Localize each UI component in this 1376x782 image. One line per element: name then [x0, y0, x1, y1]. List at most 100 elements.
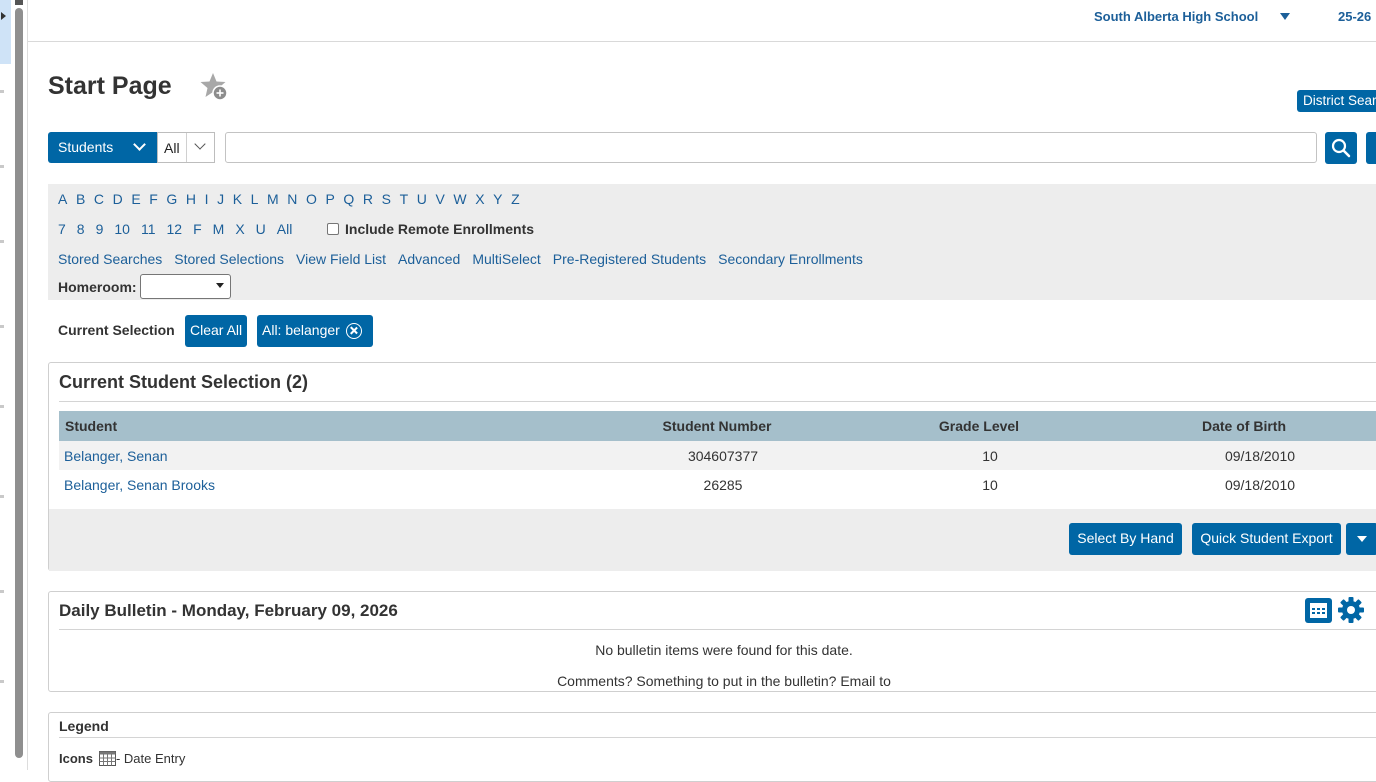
legend-icons-label: Icons: [59, 751, 93, 766]
search-scope-label: Students: [58, 139, 114, 155]
calendar-icon[interactable]: [1305, 598, 1332, 623]
include-remote-checkbox[interactable]: Include Remote Enrollments: [327, 221, 534, 237]
grade-filter-link[interactable]: 12: [167, 221, 183, 237]
grade-filter-link[interactable]: 9: [96, 221, 104, 237]
rail-tick: [0, 325, 4, 328]
school-selector[interactable]: South Alberta High School: [1094, 9, 1258, 24]
term-selector[interactable]: 25-26: [1338, 9, 1371, 24]
gear-icon[interactable]: [1337, 596, 1365, 624]
alphabet-filter-link[interactable]: R: [363, 191, 373, 207]
column-header-student[interactable]: Student: [65, 418, 117, 434]
alphabet-filter-link[interactable]: B: [76, 191, 85, 207]
search-input[interactable]: [225, 132, 1317, 163]
add-favorite-star-icon[interactable]: [199, 72, 229, 102]
search-tool-link[interactable]: Stored Searches: [58, 251, 162, 267]
rail-tick: [0, 240, 4, 243]
daily-bulletin-panel: Daily Bulletin - Monday, February 09, 20…: [48, 591, 1376, 692]
search-filter-dropdown[interactable]: All: [157, 132, 215, 163]
alphabet-filter-link[interactable]: V: [435, 191, 444, 207]
divider: [59, 401, 1376, 402]
alphabet-filter-link[interactable]: I: [205, 191, 209, 207]
top-header: South Alberta High School 25-26: [28, 0, 1376, 42]
alphabet-filter-link[interactable]: M: [267, 191, 279, 207]
legend-title: Legend: [59, 718, 109, 734]
homeroom-select[interactable]: [140, 274, 231, 299]
advanced-search-button[interactable]: [1366, 132, 1376, 164]
legend-icons: Icons - Date Entry: [59, 751, 185, 769]
grade-filter-link[interactable]: F: [193, 221, 202, 237]
grade-filter-link[interactable]: X: [235, 221, 244, 237]
grade-filter-link[interactable]: 10: [114, 221, 130, 237]
search-tool-link[interactable]: Pre-Registered Students: [553, 251, 706, 267]
alphabet-filter-link[interactable]: X: [475, 191, 484, 207]
rail-tick: [0, 590, 4, 593]
grade-filter-link[interactable]: 7: [58, 221, 66, 237]
alphabet-filter-link[interactable]: E: [131, 191, 140, 207]
district-search-button[interactable]: District Search: [1297, 90, 1376, 112]
student-name-link[interactable]: Belanger, Senan Brooks: [64, 477, 215, 493]
grade-filter-link[interactable]: U: [256, 221, 266, 237]
more-actions-button[interactable]: [1346, 523, 1376, 555]
no-bulletin-message: No bulletin items were found for this da…: [595, 642, 853, 658]
alphabet-filter-link[interactable]: N: [287, 191, 297, 207]
search-tool-link[interactable]: View Field List: [296, 251, 386, 267]
alphabet-filter-link[interactable]: C: [94, 191, 104, 207]
selection-chip[interactable]: All: belanger: [257, 315, 373, 347]
search-tool-link[interactable]: Stored Selections: [174, 251, 284, 267]
caret-down-icon: [1357, 536, 1367, 542]
grade-filter-link[interactable]: 11: [141, 221, 156, 237]
checkbox[interactable]: [327, 223, 339, 235]
expand-arrow-icon[interactable]: [1, 12, 6, 20]
alphabet-filter-link[interactable]: K: [233, 191, 242, 207]
grade-filter-link[interactable]: All: [277, 221, 293, 237]
caret-down-icon[interactable]: [1280, 13, 1290, 20]
alphabet-filter-link[interactable]: J: [217, 191, 224, 207]
grade-filter-link[interactable]: M: [213, 221, 225, 237]
alphabet-filter-link[interactable]: H: [186, 191, 196, 207]
alphabet-filter-link[interactable]: O: [306, 191, 317, 207]
alphabet-filter-link[interactable]: D: [113, 191, 123, 207]
search-button[interactable]: [1325, 132, 1357, 164]
alphabet-filter-link[interactable]: T: [400, 191, 409, 207]
alphabet-filter-link[interactable]: W: [453, 191, 466, 207]
include-remote-label: Include Remote Enrollments: [345, 221, 535, 237]
search-tool-link[interactable]: Secondary Enrollments: [718, 251, 863, 267]
date-entry-icon: [98, 751, 116, 769]
rail-tick: [0, 495, 4, 498]
alphabet-filter-link[interactable]: S: [382, 191, 391, 207]
table-row: Belanger, Senan Brooks 26285 10 09/18/20…: [59, 470, 1376, 499]
date-of-birth: 09/18/2010: [1224, 477, 1296, 493]
alphabet-filter-link[interactable]: Z: [511, 191, 520, 207]
alphabet-filter-link[interactable]: G: [166, 191, 177, 207]
student-selection-panel: Current Student Selection (2) Student St…: [48, 362, 1376, 571]
alphabet-filter-link[interactable]: P: [325, 191, 334, 207]
clear-all-button[interactable]: Clear All: [185, 315, 247, 347]
grade-filter: 7 8 9 10 11 12 F M X U All: [58, 221, 303, 237]
scrollbar[interactable]: [15, 8, 23, 758]
column-header-date-of-birth[interactable]: Date of Birth: [1179, 418, 1309, 434]
grade-filter-link[interactable]: 8: [77, 221, 85, 237]
remove-chip-icon[interactable]: [346, 323, 362, 339]
quick-student-export-button[interactable]: Quick Student Export: [1192, 523, 1341, 555]
alphabet-filter-link[interactable]: Y: [493, 191, 502, 207]
rail-tick: [0, 680, 4, 683]
date-entry-label: - Date Entry: [115, 751, 186, 766]
homeroom-label: Homeroom:: [58, 279, 137, 295]
student-name-link[interactable]: Belanger, Senan: [64, 448, 168, 464]
scrollbar-arrow[interactable]: [15, 0, 23, 5]
alphabet-filter-link[interactable]: U: [417, 191, 427, 207]
search-tool-link[interactable]: Advanced: [398, 251, 460, 267]
chevron-down-icon: [194, 138, 206, 150]
alphabet-filter-link[interactable]: A: [58, 191, 67, 207]
column-header-student-number[interactable]: Student Number: [619, 418, 815, 434]
alphabet-filter-link[interactable]: L: [251, 191, 259, 207]
alphabet-filter-link[interactable]: F: [149, 191, 158, 207]
select-by-hand-button[interactable]: Select By Hand: [1069, 523, 1182, 555]
alphabet-filter-link[interactable]: Q: [343, 191, 354, 207]
column-header-grade-level[interactable]: Grade Level: [919, 418, 1039, 434]
search-tool-link[interactable]: MultiSelect: [472, 251, 540, 267]
current-selection-label: Current Selection: [58, 322, 175, 338]
rail-active-item[interactable]: [0, 0, 11, 64]
search-scope-dropdown[interactable]: Students: [48, 132, 157, 163]
divider: [186, 133, 187, 162]
